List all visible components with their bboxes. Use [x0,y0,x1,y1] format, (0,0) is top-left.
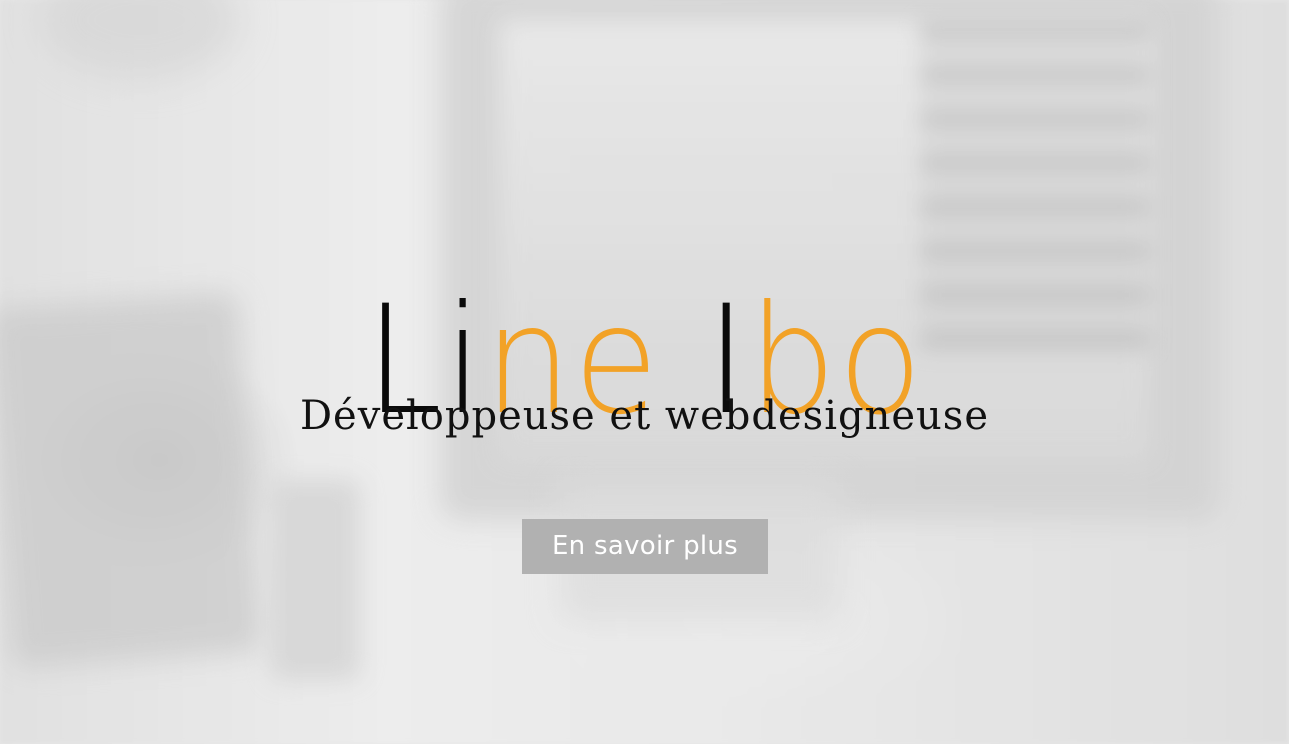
hero-section: Line Ibo Développeuse et webdesigneuse E… [0,0,1289,744]
hero-content: Line Ibo Développeuse et webdesigneuse E… [0,0,1289,744]
site-subtitle: Développeuse et webdesigneuse [299,393,990,439]
learn-more-button[interactable]: En savoir plus [522,519,768,574]
